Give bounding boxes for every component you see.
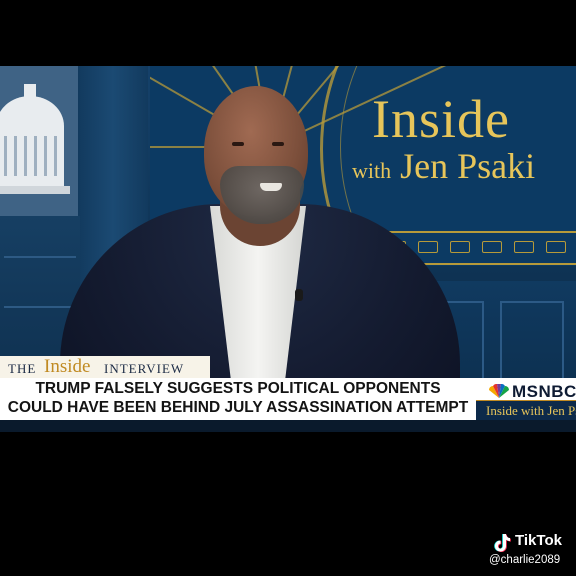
tiktok-logo-icon <box>494 534 511 552</box>
creator-handle[interactable]: @charlie2089 <box>489 554 560 566</box>
segment-tag-inside: Inside <box>44 356 91 377</box>
guest-eye-right <box>272 142 284 146</box>
tiktok-brand: TikTok <box>515 532 562 549</box>
show-tag: Inside with Jen Psaki <box>476 400 576 421</box>
tiktok-watermark: TikTok @charlie2089 <box>489 530 575 570</box>
guest-mouth <box>260 183 282 191</box>
peacock-icon <box>489 384 509 398</box>
video-frame[interactable]: Inside with Jen Psaki THE Inside INTERVI… <box>0 66 576 432</box>
show-tag-text: Inside with Jen Psaki <box>486 403 576 418</box>
lower-third-base <box>0 420 576 432</box>
segment-tag-interview: INTERVIEW <box>104 361 185 376</box>
headline-line-2: COULD HAVE BEEN BEHIND JULY ASSASSINATIO… <box>7 399 469 416</box>
headline-line-1: TRUMP FALSELY SUGGESTS POLITICAL OPPONEN… <box>35 380 441 397</box>
lapel-mic <box>295 289 303 301</box>
segment-tag-the: THE <box>8 361 37 376</box>
headline-bar: TRUMP FALSELY SUGGESTS POLITICAL OPPONEN… <box>0 378 476 420</box>
segment-tag: THE Inside INTERVIEW <box>0 356 210 378</box>
network-name: MSNBC <box>512 382 576 401</box>
guest-eye-left <box>232 142 244 146</box>
